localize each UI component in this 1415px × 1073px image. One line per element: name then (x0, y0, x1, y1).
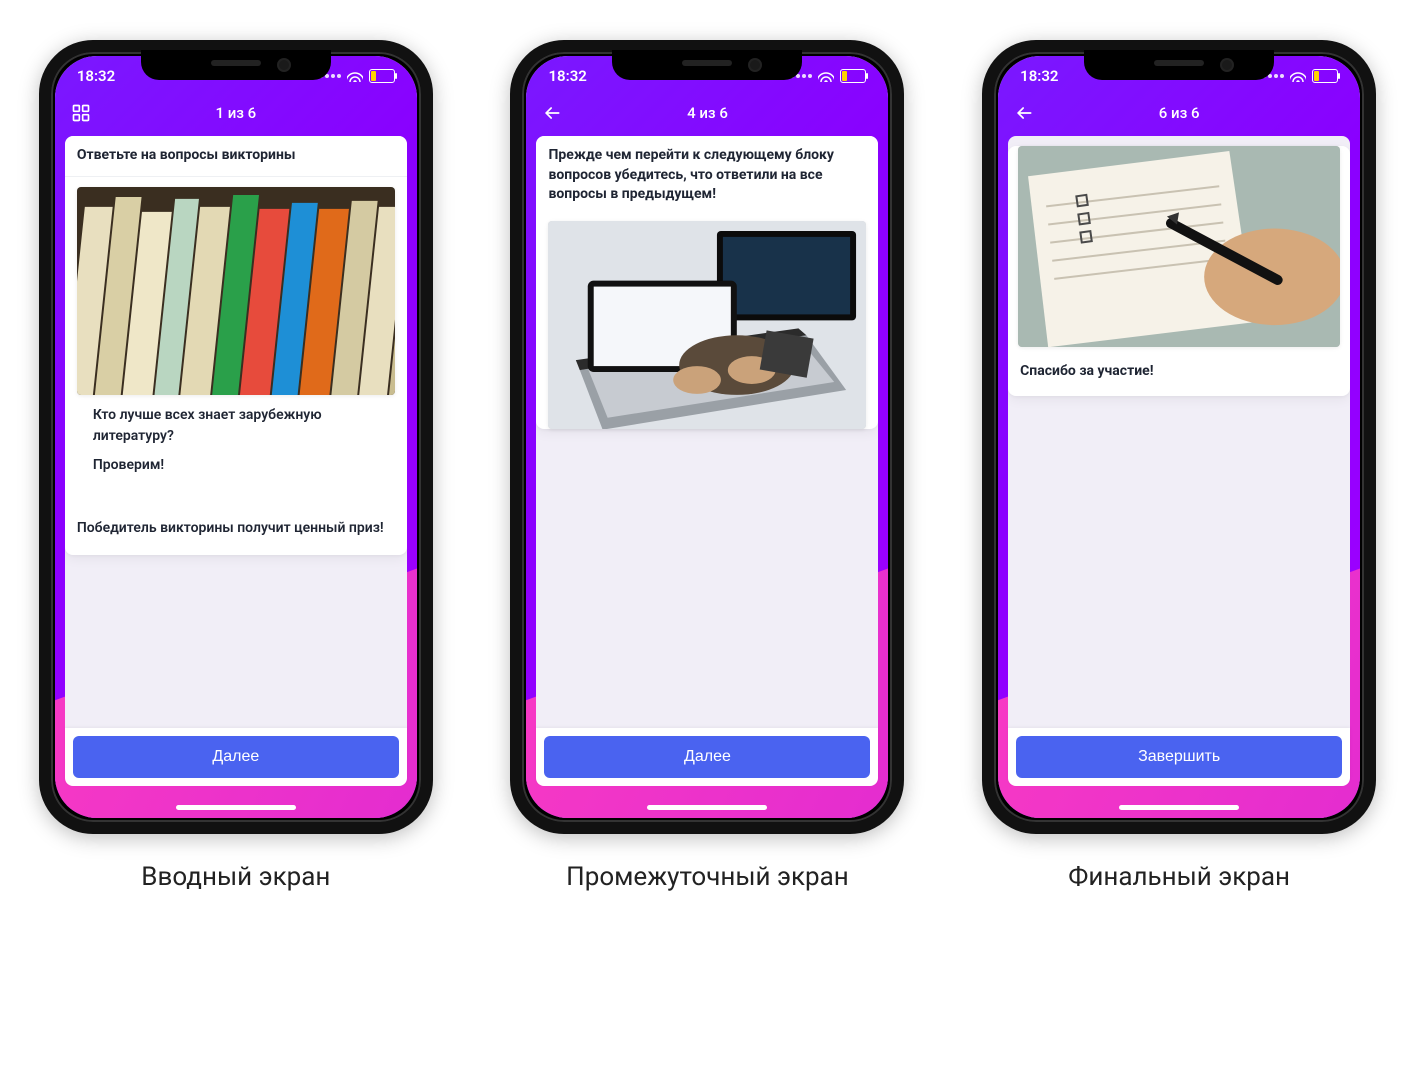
thanks-text: Спасибо за участие! (1008, 347, 1350, 396)
progress-label: 6 из 6 (1159, 104, 1200, 122)
device-notch (612, 50, 802, 80)
card-image (548, 221, 866, 430)
screen-caption: Вводный экран (141, 862, 330, 892)
battery-icon (840, 69, 866, 83)
home-indicator[interactable] (647, 805, 767, 810)
status-time: 18:32 (1020, 67, 1058, 85)
next-button[interactable]: Далее (73, 736, 399, 778)
device-notch (141, 50, 331, 80)
device-notch (1084, 50, 1274, 80)
nav-bar: 6 из 6 (998, 96, 1360, 130)
card-image (1018, 146, 1340, 347)
content-area: Ответьте на вопросы викторины (65, 136, 407, 750)
next-button[interactable]: Далее (544, 736, 870, 778)
battery-icon (369, 69, 395, 83)
thanks-card: Спасибо за участие! (1008, 146, 1350, 396)
progress-label: 4 из 6 (687, 104, 728, 122)
status-time: 18:32 (548, 67, 586, 85)
bottom-bar: Далее (65, 728, 407, 786)
home-indicator[interactable] (176, 805, 296, 810)
nav-bar: 1 из 6 (55, 96, 417, 130)
nav-bar: 4 из 6 (526, 96, 888, 130)
wifi-icon (818, 70, 834, 82)
card-title: Ответьте на вопросы викторины (65, 136, 407, 177)
screen-caption: Финальный экран (1068, 862, 1290, 892)
back-icon[interactable] (1012, 101, 1036, 125)
screen-caption: Промежуточный экран (566, 862, 849, 892)
home-indicator[interactable] (1119, 805, 1239, 810)
body-line: Кто лучше всех знает зарубежную литерату… (77, 405, 395, 447)
wifi-icon (1290, 70, 1306, 82)
phone-frame: 18:32 6 из 6 (982, 40, 1376, 834)
bottom-bar: Завершить (1008, 728, 1350, 786)
content-area: Прежде чем перейти к следующему блоку во… (536, 136, 878, 750)
wifi-icon (347, 70, 363, 82)
info-card: Прежде чем перейти к следующему блоку во… (536, 136, 878, 429)
phone-frame: 18:32 (39, 40, 433, 834)
content-area: Спасибо за участие! (1008, 136, 1350, 750)
bottom-bar: Далее (536, 728, 878, 786)
menu-grid-icon[interactable] (69, 101, 93, 125)
battery-icon (1312, 69, 1338, 83)
phone-frame: 18:32 4 из 6 (510, 40, 904, 834)
question-card: Ответьте на вопросы викторины (65, 136, 407, 555)
card-image (77, 187, 395, 396)
back-icon[interactable] (540, 101, 564, 125)
body-line: Проверим! (77, 455, 395, 476)
card-body: Кто лучше всех знает зарубежную литерату… (65, 395, 407, 555)
card-title: Прежде чем перейти к следующему блоку во… (536, 136, 878, 215)
body-line: Победитель викторины получит ценный приз… (77, 518, 395, 539)
progress-label: 1 из 6 (215, 104, 256, 122)
status-time: 18:32 (77, 67, 115, 85)
finish-button[interactable]: Завершить (1016, 736, 1342, 778)
